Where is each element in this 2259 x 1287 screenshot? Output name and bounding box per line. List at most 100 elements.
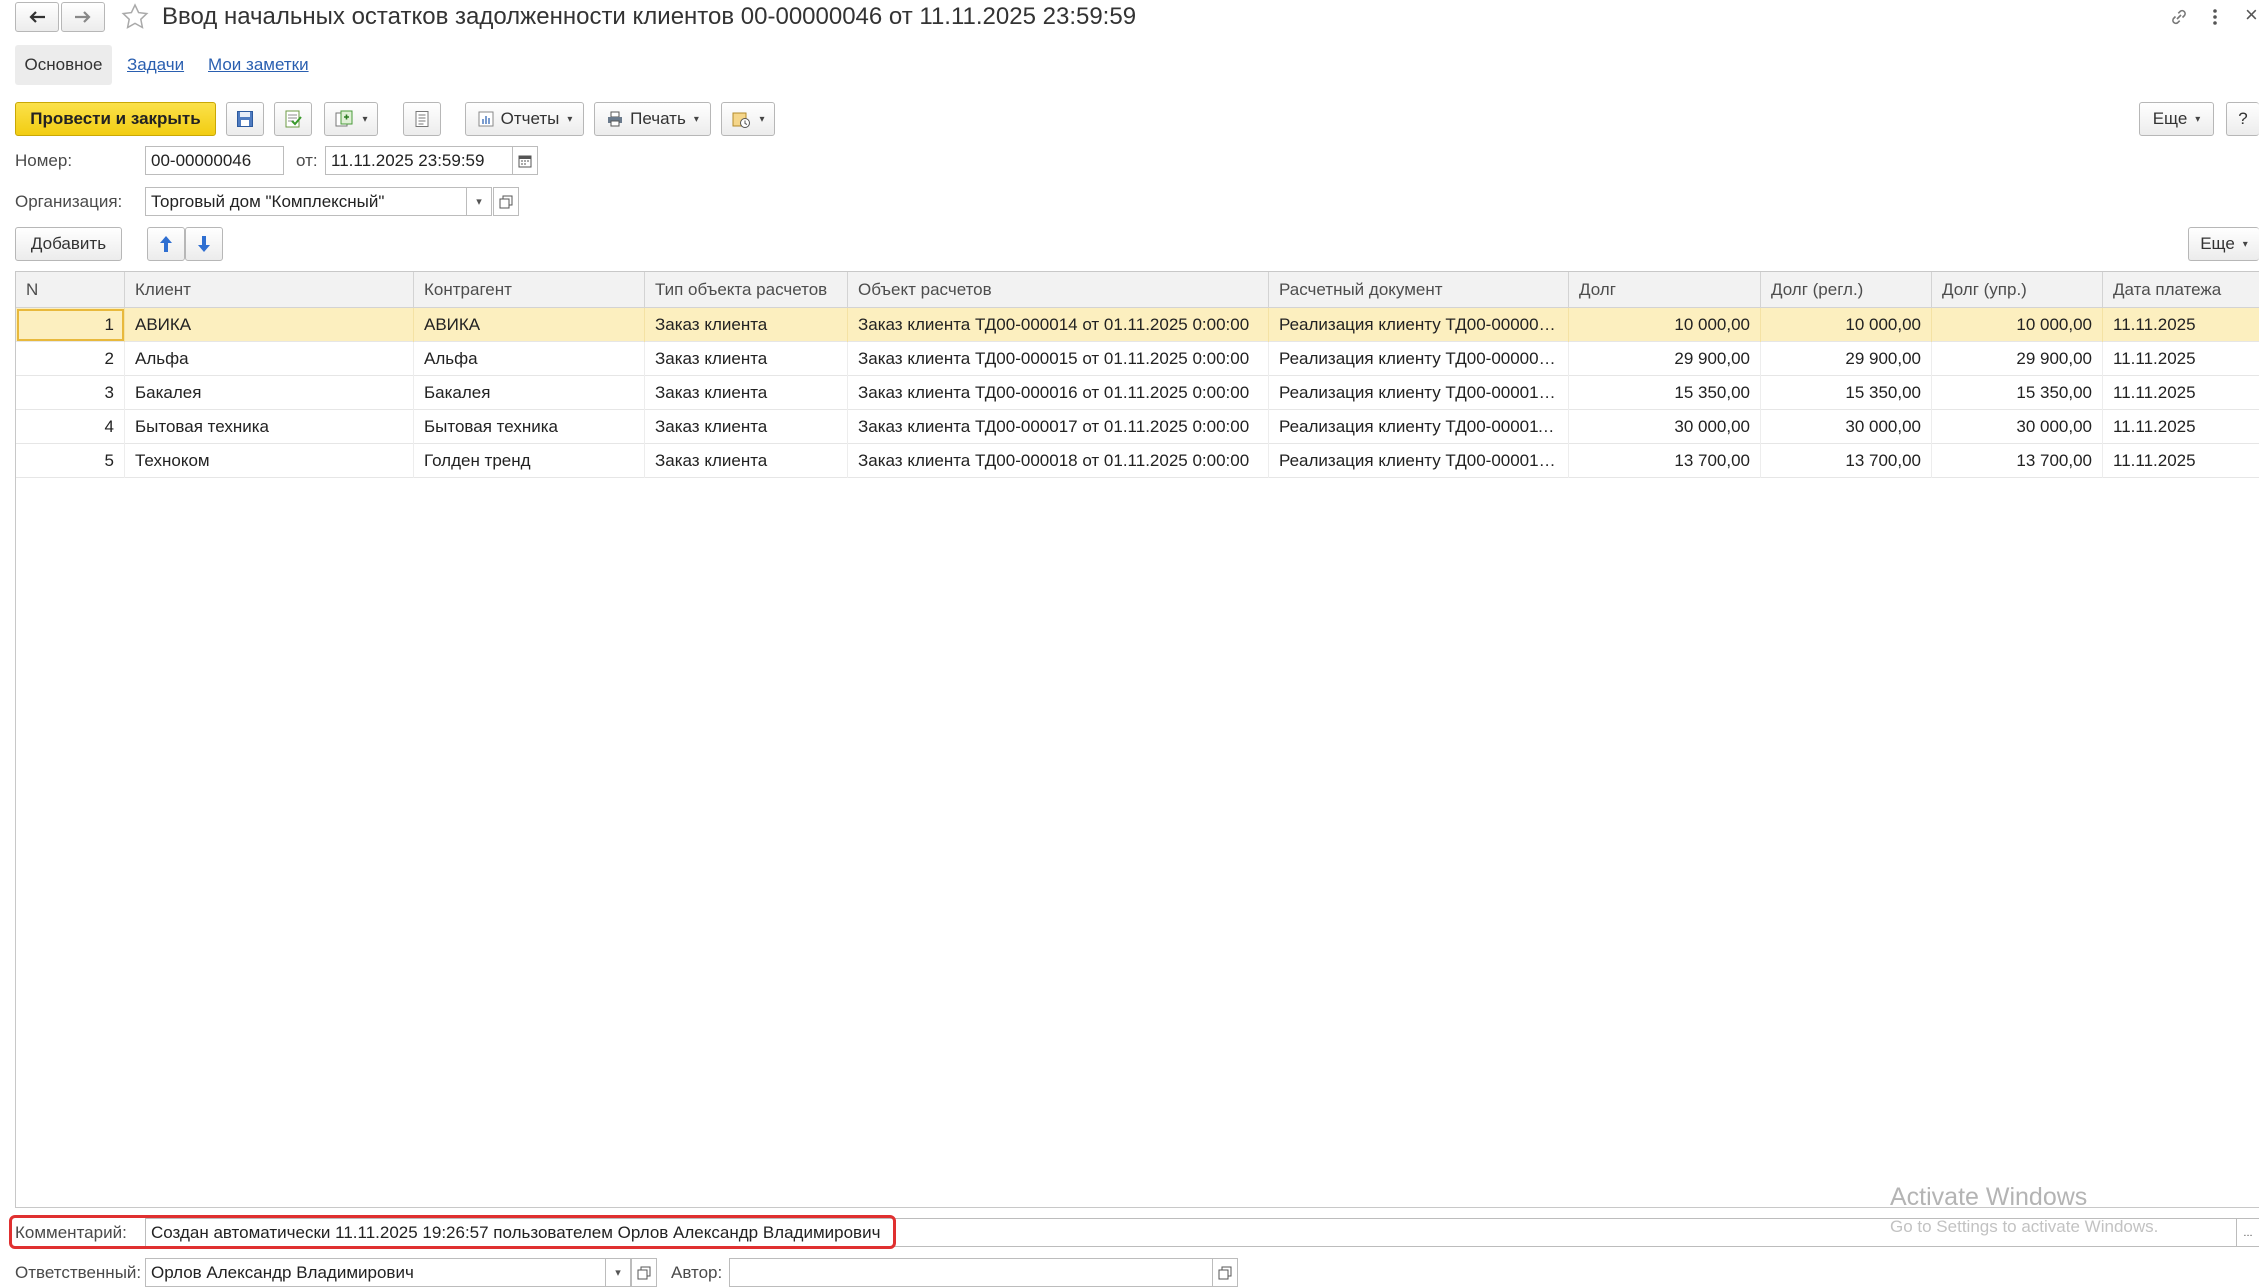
- table-row[interactable]: 2 Альфа Альфа Заказ клиента Заказ клиента ТД…: [16, 342, 2259, 376]
- organization-field[interactable]: Торговый дом "Комплексный": [145, 187, 467, 216]
- tab-my-notes[interactable]: Мои заметки: [208, 55, 309, 75]
- cell-settlement-object[interactable]: Заказ клиента ТД00-000014 от 01.11.2025 …: [848, 308, 1269, 342]
- cell-debt-mgmt[interactable]: 29 900,00: [1932, 342, 2103, 376]
- favorite-star-icon[interactable]: [120, 2, 150, 32]
- cell-payment-date[interactable]: 11.11.2025: [2103, 308, 2259, 342]
- cell-debt[interactable]: 30 000,00: [1569, 410, 1761, 444]
- cell-debt[interactable]: 15 350,00: [1569, 376, 1761, 410]
- column-header-client[interactable]: Клиент: [125, 272, 414, 308]
- reports-button[interactable]: Отчеты ▾: [465, 102, 584, 136]
- kebab-icon[interactable]: [2210, 6, 2220, 28]
- cell-n[interactable]: 5: [16, 444, 125, 478]
- table-row[interactable]: 3 Бакалея Бакалея Заказ клиента Заказ клиент…: [16, 376, 2259, 410]
- cell-payment-date[interactable]: 11.11.2025: [2103, 444, 2259, 478]
- author-open-button[interactable]: [1212, 1258, 1238, 1287]
- move-up-button[interactable]: [147, 227, 185, 261]
- comment-edit-button[interactable]: ...: [2236, 1218, 2259, 1247]
- cell-settlement-object[interactable]: Заказ клиента ТД00-000017 от 01.11.2025 …: [848, 410, 1269, 444]
- more-button[interactable]: Еще ▾: [2139, 102, 2214, 136]
- cell-debt-reg[interactable]: 29 900,00: [1761, 342, 1932, 376]
- close-icon[interactable]: ×: [2245, 2, 2258, 28]
- responsible-open-button[interactable]: [631, 1258, 657, 1287]
- cell-client[interactable]: АВИКА: [125, 308, 414, 342]
- cell-settlement-doc[interactable]: Реализация клиенту ТД00-000009…: [1269, 342, 1569, 376]
- cell-debt-mgmt[interactable]: 10 000,00: [1932, 308, 2103, 342]
- cell-debt[interactable]: 13 700,00: [1569, 444, 1761, 478]
- cell-debt-mgmt[interactable]: 13 700,00: [1932, 444, 2103, 478]
- save-button[interactable]: [226, 102, 264, 136]
- attachments-button[interactable]: ▾: [721, 102, 775, 136]
- author-field[interactable]: [729, 1258, 1213, 1287]
- cell-payment-date[interactable]: 11.11.2025: [2103, 376, 2259, 410]
- add-row-button[interactable]: Добавить: [15, 227, 122, 261]
- column-header-debt-reg[interactable]: Долг (регл.): [1761, 272, 1932, 308]
- create-based-on-button[interactable]: ▾: [324, 102, 378, 136]
- cell-debt-reg[interactable]: 10 000,00: [1761, 308, 1932, 342]
- cell-payment-date[interactable]: 11.11.2025: [2103, 342, 2259, 376]
- cell-object-type[interactable]: Заказ клиента: [645, 308, 848, 342]
- cell-settlement-object[interactable]: Заказ клиента ТД00-000016 от 01.11.2025 …: [848, 376, 1269, 410]
- cell-object-type[interactable]: Заказ клиента: [645, 376, 848, 410]
- table-row[interactable]: 4 Бытовая техника Бытовая техника Заказ кли…: [16, 410, 2259, 444]
- responsible-field[interactable]: Орлов Александр Владимирович: [145, 1258, 606, 1287]
- organization-dropdown-button[interactable]: ▾: [466, 187, 492, 216]
- column-header-payment-date[interactable]: Дата платежа: [2103, 272, 2259, 308]
- post-button[interactable]: [274, 102, 312, 136]
- cell-object-type[interactable]: Заказ клиента: [645, 342, 848, 376]
- cell-debt-mgmt[interactable]: 15 350,00: [1932, 376, 2103, 410]
- cell-debt-mgmt[interactable]: 30 000,00: [1932, 410, 2103, 444]
- cell-client[interactable]: Альфа: [125, 342, 414, 376]
- tab-main[interactable]: Основное: [15, 45, 112, 85]
- responsible-dropdown-button[interactable]: ▾: [605, 1258, 631, 1287]
- cell-counterparty[interactable]: Бакалея: [414, 376, 645, 410]
- post-and-close-button[interactable]: Провести и закрыть: [15, 102, 216, 136]
- column-header-settlement-object[interactable]: Объект расчетов: [848, 272, 1269, 308]
- cell-n[interactable]: 2: [16, 342, 125, 376]
- cell-client[interactable]: Техноком: [125, 444, 414, 478]
- print-button[interactable]: Печать ▾: [594, 102, 711, 136]
- column-header-counterparty[interactable]: Контрагент: [414, 272, 645, 308]
- cell-n[interactable]: 4: [16, 410, 125, 444]
- move-down-button[interactable]: [185, 227, 223, 261]
- cell-settlement-doc[interactable]: Реализация клиенту ТД00-000012…: [1269, 444, 1569, 478]
- table-row[interactable]: 5 Техноком Голден тренд Заказ клиента Заказ …: [16, 444, 2259, 478]
- cell-debt-reg[interactable]: 13 700,00: [1761, 444, 1932, 478]
- help-button[interactable]: ?: [2226, 102, 2259, 136]
- forward-button[interactable]: [61, 2, 105, 32]
- cell-settlement-object[interactable]: Заказ клиента ТД00-000018 от 01.11.2025 …: [848, 444, 1269, 478]
- calendar-button[interactable]: [512, 146, 538, 175]
- column-header-object-type[interactable]: Тип объекта расчетов: [645, 272, 848, 308]
- link-icon[interactable]: [2168, 6, 2190, 28]
- cell-counterparty[interactable]: Бытовая техника: [414, 410, 645, 444]
- organization-open-button[interactable]: [493, 187, 519, 216]
- cell-object-type[interactable]: Заказ клиента: [645, 410, 848, 444]
- cell-client[interactable]: Бакалея: [125, 376, 414, 410]
- cell-n[interactable]: 3: [16, 376, 125, 410]
- date-field[interactable]: 11.11.2025 23:59:59: [325, 146, 513, 175]
- column-header-debt-mgmt[interactable]: Долг (упр.): [1932, 272, 2103, 308]
- number-field[interactable]: 00-00000046: [145, 146, 284, 175]
- cell-debt[interactable]: 29 900,00: [1569, 342, 1761, 376]
- cell-client[interactable]: Бытовая техника: [125, 410, 414, 444]
- cell-debt[interactable]: 10 000,00: [1569, 308, 1761, 342]
- cell-object-type[interactable]: Заказ клиента: [645, 444, 848, 478]
- cell-payment-date[interactable]: 11.11.2025: [2103, 410, 2259, 444]
- cell-counterparty[interactable]: Голден тренд: [414, 444, 645, 478]
- cell-settlement-doc[interactable]: Реализация клиенту ТД00-000008…: [1269, 308, 1569, 342]
- cell-settlement-object[interactable]: Заказ клиента ТД00-000015 от 01.11.2025 …: [848, 342, 1269, 376]
- table-more-button[interactable]: Еще ▾: [2188, 227, 2259, 261]
- column-header-n[interactable]: N: [16, 272, 125, 308]
- column-header-settlement-doc[interactable]: Расчетный документ: [1269, 272, 1569, 308]
- cell-debt-reg[interactable]: 30 000,00: [1761, 410, 1932, 444]
- cell-settlement-doc[interactable]: Реализация клиенту ТД00-000011…: [1269, 410, 1569, 444]
- back-button[interactable]: [15, 2, 59, 32]
- cell-counterparty[interactable]: Альфа: [414, 342, 645, 376]
- cell-counterparty[interactable]: АВИКА: [414, 308, 645, 342]
- document-structure-button[interactable]: [403, 102, 441, 136]
- table-row[interactable]: 1 АВИКА АВИКА Заказ клиента Заказ клиента ТД…: [16, 308, 2259, 342]
- cell-debt-reg[interactable]: 15 350,00: [1761, 376, 1932, 410]
- column-header-debt[interactable]: Долг: [1569, 272, 1761, 308]
- cell-settlement-doc[interactable]: Реализация клиенту ТД00-000010…: [1269, 376, 1569, 410]
- balances-table[interactable]: N Клиент Контрагент Тип объекта расчетов…: [15, 271, 2259, 1208]
- tab-tasks[interactable]: Задачи: [127, 55, 184, 75]
